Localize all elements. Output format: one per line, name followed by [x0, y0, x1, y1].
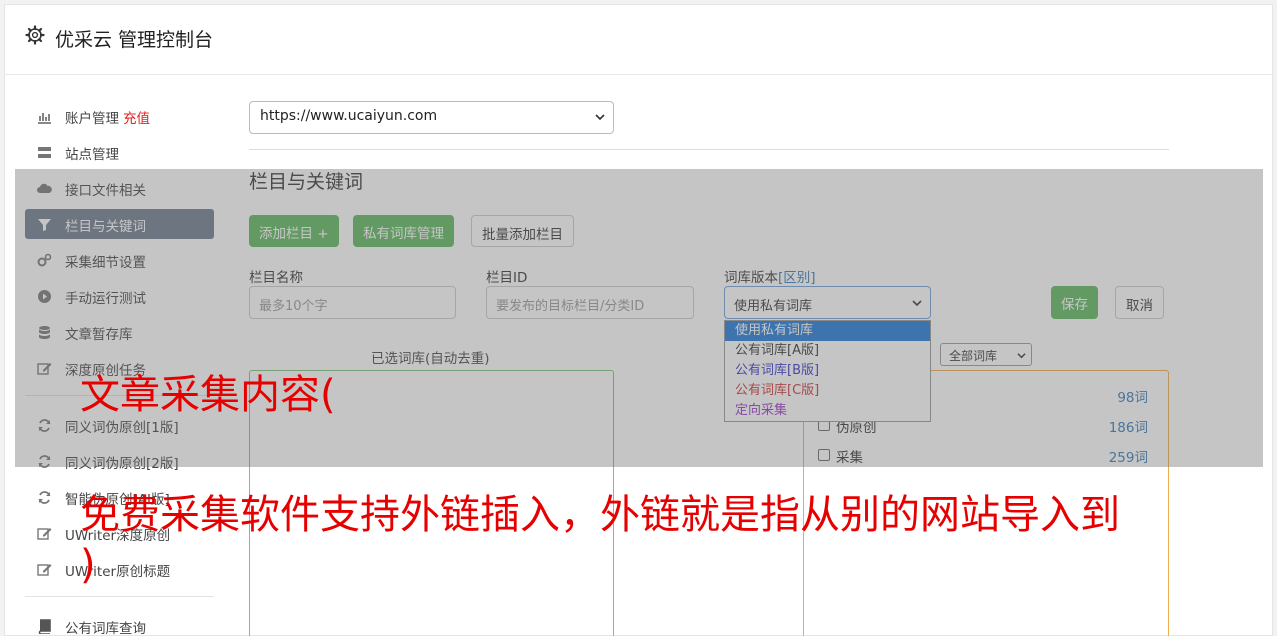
chevron-down-icon [595, 114, 605, 121]
sidebar-divider [25, 596, 214, 597]
sidebar-item-label: 公有词库查询 [65, 621, 146, 636]
header: 优采云 管理控制台 [5, 5, 1272, 75]
overlay-caption-line2: 免费采集软件支持外链插入，外链就是指从别的网站导入到 [80, 492, 1120, 538]
divider [249, 149, 1169, 150]
overlay-caption-line1: 文章采集内容( [80, 372, 336, 418]
overlay-caption-line3: ) [80, 542, 96, 588]
refresh-icon [38, 491, 51, 504]
edit-icon [37, 528, 52, 540]
edit-icon [37, 564, 52, 576]
site-select-value: https://www.ucaiyun.com [260, 108, 438, 124]
gray-overlay [15, 169, 1263, 467]
sidebar-item-account[interactable]: 账户管理 充值 [25, 101, 214, 131]
gear-icon [25, 25, 45, 45]
server-icon [38, 147, 51, 158]
sidebar-item-uwriter-title[interactable]: UWriter原创标题 [25, 554, 214, 584]
site-select[interactable]: https://www.ucaiyun.com [249, 101, 614, 134]
book-icon [38, 619, 51, 634]
recharge-link[interactable]: 充值 [123, 111, 150, 127]
sidebar-item-public-lib[interactable]: 公有词库查询 [25, 611, 214, 636]
sidebar-item-sites[interactable]: 站点管理 [25, 137, 214, 167]
sidebar-item-label: 站点管理 [65, 147, 119, 163]
sidebar-item-label: 账户管理 [65, 111, 119, 127]
bar-chart-icon [38, 113, 51, 124]
console-title: 优采云 管理控制台 [55, 29, 214, 51]
